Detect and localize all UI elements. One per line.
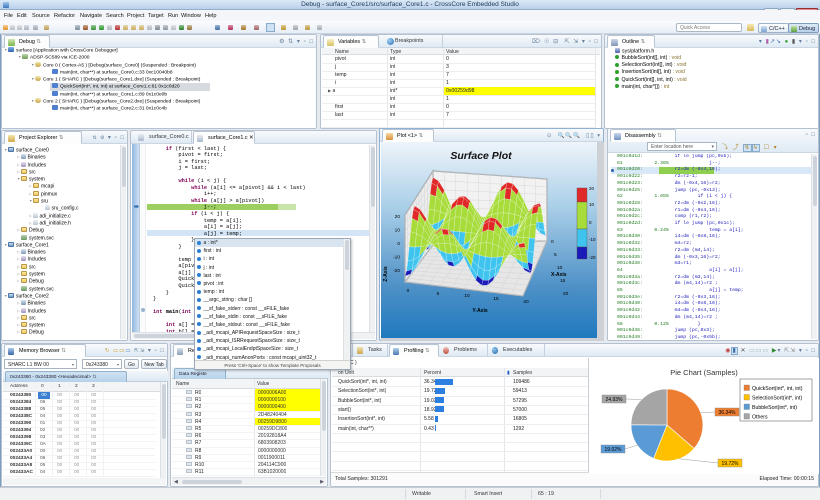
svg-text:19.02%: 19.02%: [605, 447, 623, 453]
svg-text:5: 5: [437, 291, 440, 297]
svg-text:0: 0: [407, 288, 410, 294]
svg-text:15: 15: [493, 296, 499, 302]
svg-text:10: 10: [395, 228, 401, 234]
svg-text:15: 15: [560, 278, 566, 284]
svg-text:20: 20: [523, 299, 529, 305]
svg-text:10: 10: [557, 265, 563, 271]
svg-text:Surface Plot: Surface Plot: [450, 150, 512, 162]
svg-text:0: 0: [551, 239, 554, 245]
svg-text:5: 5: [554, 252, 557, 258]
svg-text:-10: -10: [393, 255, 400, 261]
svg-text:SelectionSort(int*, int): SelectionSort(int*, int): [752, 395, 802, 401]
svg-text:-20: -20: [589, 255, 596, 260]
svg-text:0: 0: [397, 241, 400, 247]
svg-text:-20: -20: [393, 268, 400, 274]
svg-text:36.34%: 36.34%: [719, 410, 737, 416]
svg-text:QuickSort(int*, int, int): QuickSort(int*, int, int): [752, 386, 803, 392]
svg-text:20: 20: [563, 291, 569, 297]
svg-text:Z-Axis: Z-Axis: [383, 266, 389, 282]
svg-text:24.93%: 24.93%: [606, 397, 624, 403]
svg-text:20: 20: [395, 214, 401, 220]
svg-text:10: 10: [589, 202, 595, 207]
svg-text:10: 10: [464, 293, 470, 299]
svg-text:19.72%: 19.72%: [722, 461, 740, 467]
svg-text:-10: -10: [589, 237, 596, 242]
svg-text:Others: Others: [752, 414, 768, 420]
svg-text:20: 20: [589, 186, 595, 191]
svg-text:Pie Chart (Samples): Pie Chart (Samples): [670, 368, 738, 377]
svg-text:X-Axis: X-Axis: [551, 272, 567, 278]
svg-text:Y-Axis: Y-Axis: [472, 308, 488, 314]
svg-text:BubbleSort(int*, int): BubbleSort(int*, int): [752, 405, 797, 411]
